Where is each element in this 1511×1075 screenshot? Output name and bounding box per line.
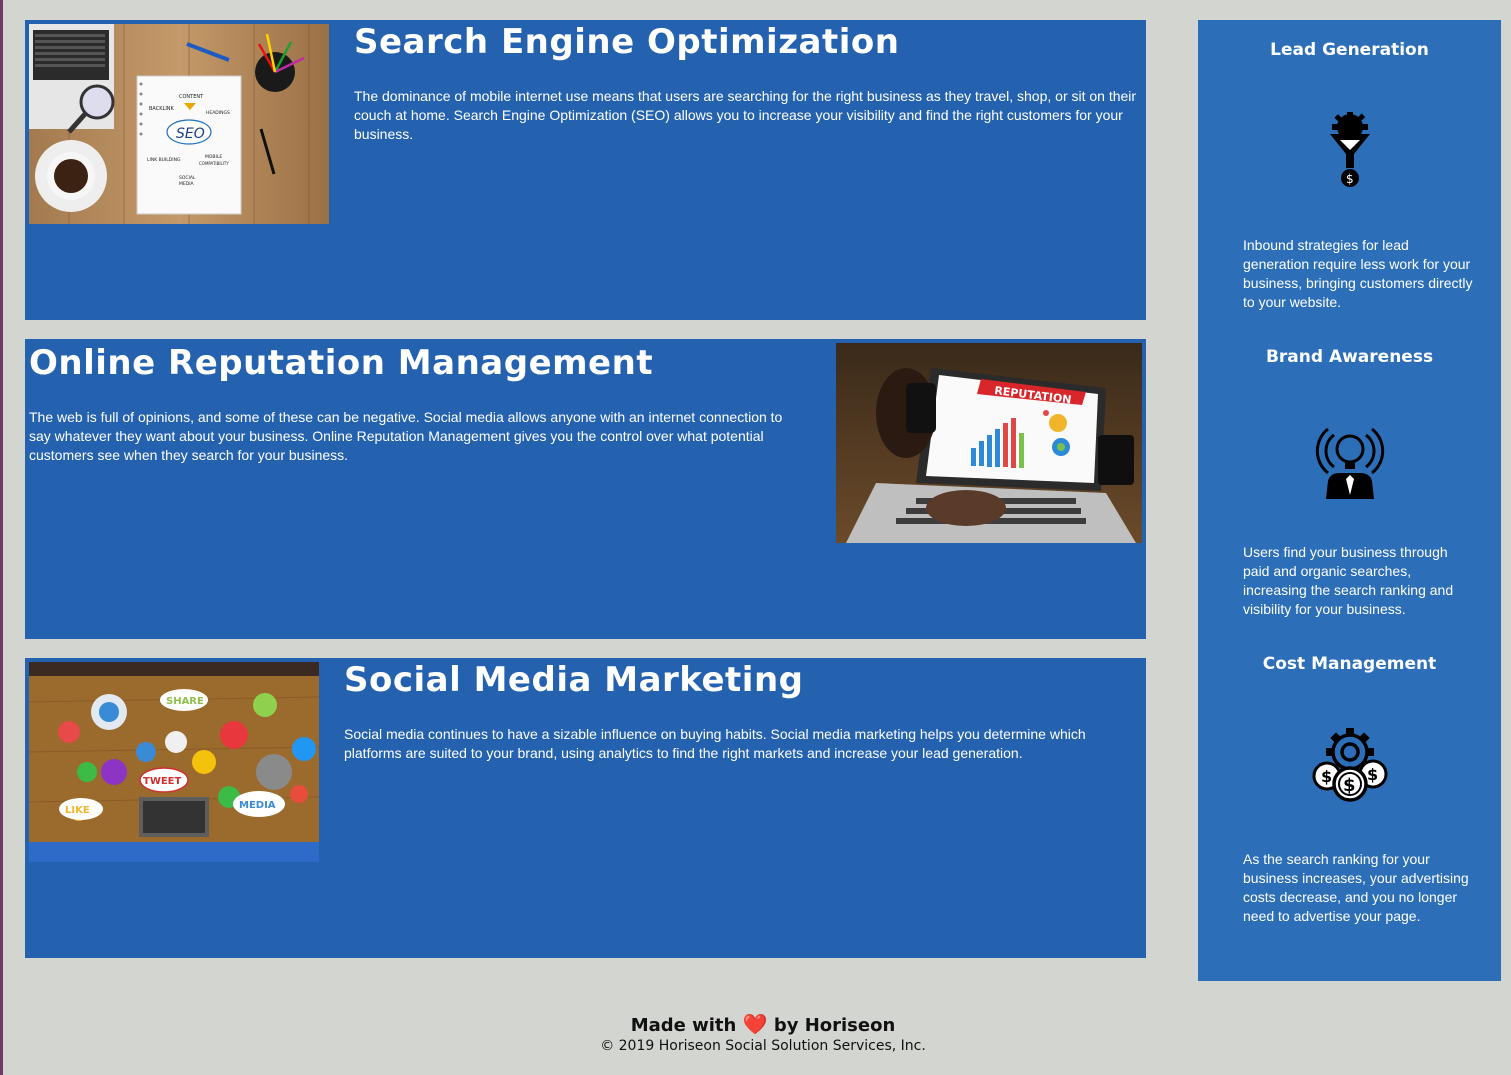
made-with-line: Made with ❤️ by Horiseon xyxy=(3,1012,1511,1036)
main-content: CONTENT BACKLINK HEADINGS SEO LINK BUILD… xyxy=(25,20,1146,977)
brand-awareness-icon xyxy=(1198,419,1501,499)
seo-body: The dominance of mobile internet use mea… xyxy=(354,88,1137,143)
benefits-sidebar: Lead Generation $ Inbound strategies for… xyxy=(1198,20,1501,981)
made-with-suffix: by Horiseon xyxy=(773,1015,896,1036)
online-reputation-text: Online Reputation Management The web is … xyxy=(29,343,799,465)
svg-text:$: $ xyxy=(1343,775,1356,796)
svg-text:TWEET: TWEET xyxy=(143,776,182,787)
svg-text:$: $ xyxy=(1367,765,1378,784)
lead-generation-icon: $ xyxy=(1198,112,1501,188)
benefit-brand-awareness: Brand Awareness Users find your business… xyxy=(1198,347,1501,617)
social-media-body: Social media continues to have a sizable… xyxy=(344,726,1086,762)
svg-text:SOCIAL: SOCIAL xyxy=(179,175,196,181)
online-reputation-title: Online Reputation Management xyxy=(29,343,654,383)
benefit-lead-generation: Lead Generation $ Inbound strategies for… xyxy=(1198,40,1501,310)
footer: Made with ❤️ by Horiseon © 2019 Horiseon… xyxy=(3,1012,1511,1054)
svg-text:BACKLINK: BACKLINK xyxy=(149,106,175,112)
svg-text:$: $ xyxy=(1321,767,1332,786)
svg-text:MEDIA: MEDIA xyxy=(239,800,276,811)
social-media-section: SHARE TWEET LIKE MEDIA Social Media Mark… xyxy=(25,658,1146,958)
made-with-prefix: Made with xyxy=(630,1015,737,1036)
online-reputation-section: Online Reputation Management The web is … xyxy=(25,339,1146,639)
svg-text:SHARE: SHARE xyxy=(166,696,204,707)
social-media-text: Social Media Marketing Social media cont… xyxy=(344,660,1142,763)
benefit-body: As the search ranking for your business … xyxy=(1243,851,1469,924)
svg-text:MEDIA: MEDIA xyxy=(179,181,195,187)
online-reputation-image: REPUTATION xyxy=(836,343,1142,543)
heart-icon: ❤️ xyxy=(742,1012,768,1036)
social-media-title: Social Media Marketing xyxy=(344,660,804,700)
svg-text:SEO: SEO xyxy=(176,126,205,142)
benefit-title: Lead Generation xyxy=(1270,40,1429,60)
seo-title: Search Engine Optimization xyxy=(354,22,900,62)
benefit-title: Brand Awareness xyxy=(1265,347,1434,367)
benefit-body: Users find your business through paid an… xyxy=(1243,544,1454,617)
cost-management-icon: $ $ $ xyxy=(1198,726,1501,804)
svg-text:LINK BUILDING: LINK BUILDING xyxy=(147,157,181,163)
online-reputation-body: The web is full of opinions, and some of… xyxy=(29,409,783,464)
seo-section: CONTENT BACKLINK HEADINGS SEO LINK BUILD… xyxy=(25,20,1146,320)
svg-text:COMPATIBILITY: COMPATIBILITY xyxy=(199,161,229,166)
svg-text:CONTENT: CONTENT xyxy=(179,94,204,100)
benefit-cost-management: Cost Management $ $ $ As the search rank… xyxy=(1198,654,1501,924)
benefit-title: Cost Management xyxy=(1262,654,1437,674)
benefit-body: Inbound strategies for lead generation r… xyxy=(1243,237,1473,310)
seo-image: CONTENT BACKLINK HEADINGS SEO LINK BUILD… xyxy=(29,24,329,224)
copyright: © 2019 Horiseon Social Solution Services… xyxy=(600,1038,926,1054)
svg-text:MOBILE: MOBILE xyxy=(205,154,222,160)
social-media-image: SHARE TWEET LIKE MEDIA xyxy=(29,662,319,862)
seo-text: Search Engine Optimization The dominance… xyxy=(354,22,1142,144)
svg-text:$: $ xyxy=(1346,172,1354,186)
svg-text:LIKE: LIKE xyxy=(65,805,90,816)
svg-text:HEADINGS: HEADINGS xyxy=(206,110,230,116)
